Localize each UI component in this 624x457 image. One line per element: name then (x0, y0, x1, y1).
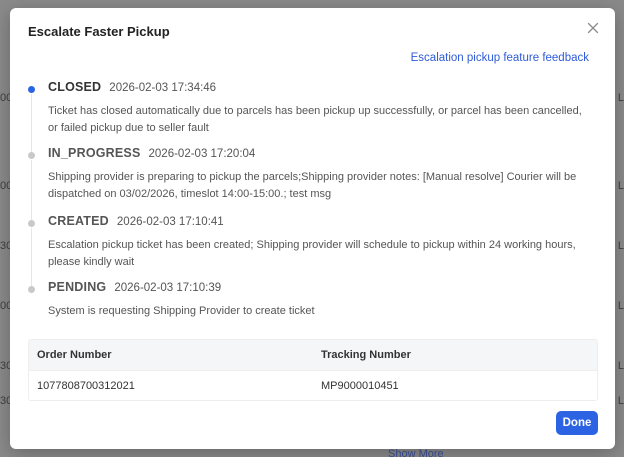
close-icon (587, 22, 599, 34)
table-row: 1077808700312021 MP9000010451 (29, 370, 597, 400)
timeline-dot (28, 286, 35, 293)
timeline-status: IN_PROGRESS (48, 146, 141, 160)
bg-show-more-link: Show More (388, 448, 444, 457)
feedback-link[interactable]: Escalation pickup feature feedback (411, 52, 589, 64)
order-number-cell: 1077808700312021 (37, 379, 135, 392)
bg-fragment-right: L (617, 395, 624, 407)
bg-fragment-right: L (617, 300, 624, 312)
modal-title: Escalate Faster Pickup (28, 24, 170, 39)
tracking-number-cell: MP9000010451 (321, 379, 399, 392)
timeline-item: PENDING 2026-02-03 17:10:39 System is re… (24, 280, 599, 324)
timeline-description: System is requesting Shipping Provider t… (48, 305, 315, 317)
timeline-connector (31, 94, 32, 154)
bg-fragment-right: L (617, 92, 624, 104)
done-button[interactable]: Done (556, 411, 598, 435)
timeline-status: PENDING (48, 280, 107, 294)
timeline-item: CREATED 2026-02-03 17:10:41 Escalation p… (24, 214, 599, 286)
status-timeline: CLOSED 2026-02-03 17:34:46 Ticket has cl… (24, 80, 599, 324)
timeline-dot (28, 220, 35, 227)
column-header-tracking-number: Tracking Number (321, 349, 411, 361)
table-header-row: Order Number Tracking Number (29, 340, 597, 370)
timeline-item: IN_PROGRESS 2026-02-03 17:20:04 Shipping… (24, 146, 599, 220)
timeline-dot-active (28, 86, 35, 93)
bg-fragment-right: L (617, 180, 624, 192)
timeline-description: Ticket has closed automatically due to p… (48, 105, 582, 134)
bg-fragment-right: L (617, 360, 624, 372)
column-header-order-number: Order Number (37, 349, 112, 361)
timeline-status: CREATED (48, 214, 109, 228)
order-tracking-table: Order Number Tracking Number 10778087003… (28, 339, 598, 401)
timeline-time: 2026-02-03 17:20:04 (148, 148, 256, 160)
timeline-time: 2026-02-03 17:34:46 (109, 82, 217, 94)
timeline-time: 2026-02-03 17:10:39 (114, 282, 222, 294)
timeline-description: Shipping provider is preparing to pickup… (48, 171, 577, 200)
timeline-status: CLOSED (48, 80, 102, 94)
bg-fragment-right: L (617, 240, 624, 252)
timeline-description: Escalation pickup ticket has been create… (48, 239, 576, 268)
timeline-item: CLOSED 2026-02-03 17:34:46 Ticket has cl… (24, 80, 599, 154)
escalate-pickup-modal: Escalate Faster Pickup Escalation pickup… (10, 8, 615, 449)
timeline-connector (31, 160, 32, 220)
timeline-time: 2026-02-03 17:10:41 (116, 216, 224, 228)
timeline-connector (31, 228, 32, 286)
close-button[interactable] (585, 20, 601, 36)
timeline-dot (28, 152, 35, 159)
